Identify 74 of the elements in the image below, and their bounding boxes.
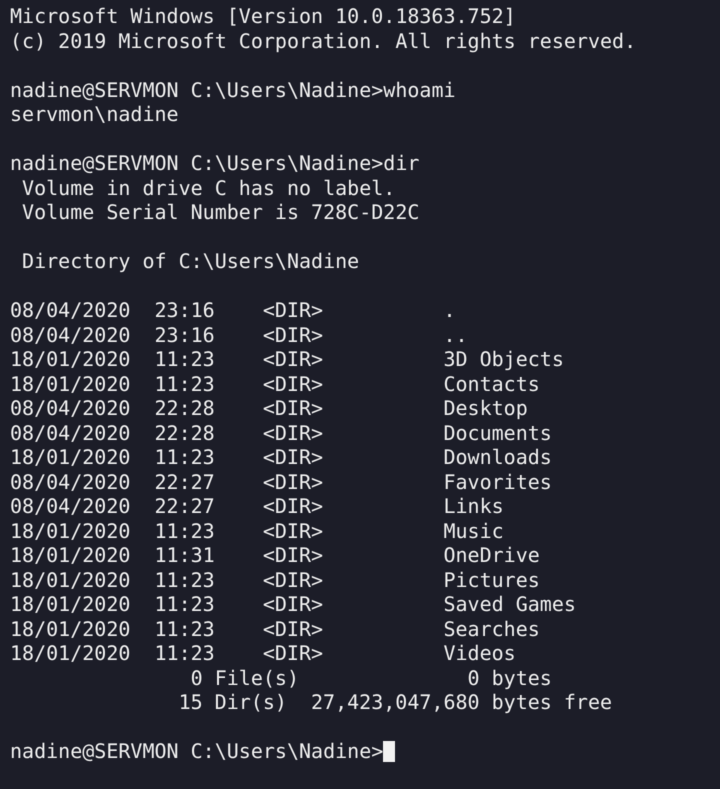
output-text: Directory of C:\Users\Nadine [21, 249, 360, 273]
type-text: <DIR> [262, 445, 324, 470]
time-text: 23:16 [154, 322, 216, 347]
folder-name: . [443, 298, 456, 322]
folder-name: Videos [443, 641, 516, 666]
output-text: Microsoft Windows [Version 10.0.18363.752] [10, 4, 516, 28]
type-text: <DIR> [262, 518, 324, 543]
time-text: 22:27 [154, 470, 216, 494]
time-text: 11:23 [154, 347, 216, 372]
dir-count: 15 Dir(s) [178, 690, 287, 714]
folder-name: OneDrive [443, 543, 540, 568]
type-text: <DIR> [262, 420, 324, 445]
folder-name: Favorites [443, 470, 552, 494]
date-text: 08/04/2020 [10, 494, 132, 518]
type-text: <DIR> [262, 592, 324, 616]
date-text: 18/01/2020 [10, 518, 132, 543]
date-text: 08/04/2020 [10, 298, 132, 322]
date-text: 08/04/2020 [10, 420, 132, 445]
type-text: <DIR> [262, 470, 324, 494]
folder-name: Documents [443, 420, 552, 445]
type-text: <DIR> [262, 322, 324, 347]
time-text: 22:28 [154, 396, 216, 420]
prompt-line: nadine@SERVMON C:\Users\Nadine>whoami [10, 78, 456, 102]
text-cursor [383, 740, 396, 762]
time-text: 22:28 [154, 420, 216, 445]
type-text: <DIR> [262, 568, 324, 592]
type-text: <DIR> [262, 298, 324, 322]
folder-name: Music [443, 518, 504, 543]
output-text: (c) 2019 Microsoft Corporation. All rights reserved. [10, 28, 636, 52]
folder-name: Desktop [443, 396, 528, 420]
prompt-line: nadine@SERVMON C:\Users\Nadine>dir [10, 151, 420, 176]
time-text: 23:16 [154, 298, 216, 322]
time-text: 11:23 [154, 372, 216, 396]
date-text: 08/04/2020 [10, 470, 132, 494]
date-text: 18/01/2020 [10, 543, 132, 568]
type-text: <DIR> [262, 396, 324, 420]
time-text: 11:23 [154, 616, 216, 641]
file-count: 0 File(s) [190, 666, 299, 690]
folder-name: .. [443, 322, 468, 347]
date-text: 18/01/2020 [10, 616, 132, 641]
time-text: 11:23 [154, 641, 216, 666]
time-text: 11:23 [154, 592, 216, 616]
date-text: 08/04/2020 [10, 322, 132, 347]
output-text: servmon\nadine [10, 102, 179, 126]
output-text: Volume Serial Number is 728C-D22C [21, 200, 420, 224]
type-text: <DIR> [262, 543, 324, 568]
time-text: 11:31 [154, 543, 216, 568]
date-text: 18/01/2020 [10, 445, 132, 470]
type-text: <DIR> [262, 347, 324, 372]
date-text: 18/01/2020 [10, 592, 132, 616]
type-text: <DIR> [262, 641, 324, 666]
folder-name: Downloads [443, 445, 552, 470]
time-text: 11:23 [154, 518, 216, 543]
folder-name: Pictures [443, 568, 540, 592]
folder-name: Links [443, 494, 504, 518]
folder-name: Searches [443, 616, 540, 641]
time-text: 22:27 [154, 494, 216, 518]
folder-name: 3D Objects [443, 347, 564, 372]
folder-name: Saved Games [443, 592, 576, 616]
date-text: 18/01/2020 [10, 641, 132, 666]
date-text: 18/01/2020 [10, 568, 132, 592]
type-text: <DIR> [262, 616, 324, 641]
type-text: <DIR> [262, 494, 324, 518]
date-text: 08/04/2020 [10, 396, 132, 420]
date-text: 18/01/2020 [10, 347, 132, 372]
output-text: Volume in drive C has no label. [21, 176, 396, 200]
byte-count: 0 bytes [468, 666, 552, 690]
date-text: 18/01/2020 [10, 372, 132, 396]
folder-name: Contacts [443, 372, 540, 396]
type-text: <DIR> [262, 372, 324, 396]
time-text: 11:23 [154, 445, 216, 470]
free-space: 27,423,047,680 bytes free [311, 690, 612, 714]
prompt-line: nadine@SERVMON C:\Users\Nadine> [10, 739, 384, 764]
time-text: 11:23 [154, 568, 216, 592]
